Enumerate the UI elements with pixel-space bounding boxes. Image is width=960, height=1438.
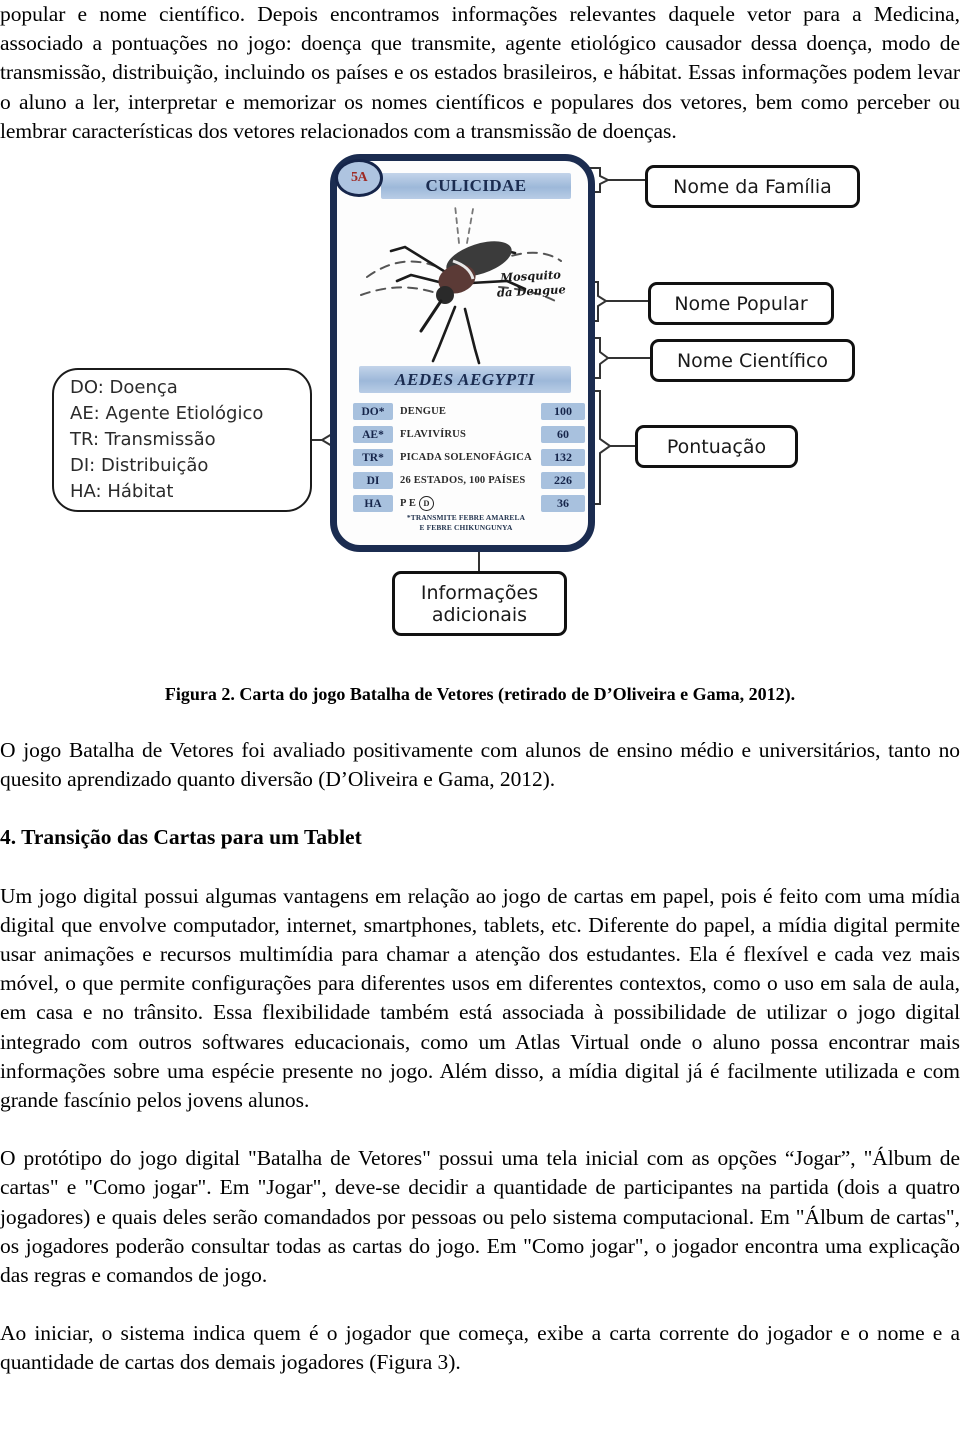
card-rank-badge: 5A [335,159,383,198]
attr-points: 226 [541,472,585,490]
legend-item: HA: Hábitat [70,479,263,505]
attr-key: TR* [353,449,393,467]
attr-key: DO* [353,403,393,421]
attr-key: DI [353,472,393,490]
table-row: DO* DENGUE 100 [353,401,585,422]
legend-item: AE: Agente Etiológico [70,401,263,427]
legend-abbr: HA: [70,481,102,503]
attr-points: 132 [541,449,585,467]
card-footnote-line1: *TRANSMITE FEBRE AMARELA [406,513,526,523]
legend-item: DO: Doença [70,375,263,401]
legend-item: DI: Distribuição [70,453,263,479]
card-attribute-table: DO* DENGUE 100 AE* FLAVIVÍRUS 60 TR* PIC… [353,401,585,516]
attr-value: PICADA SOLENOFÁGICA [400,452,532,464]
attr-value-habitat: P E D [393,496,541,512]
legend-abbr: DI: [70,455,96,477]
card-scientific-bar: AEDES AEGYPTI [359,366,571,394]
attr-value: FLAVIVÍRUS [400,429,466,441]
heading-section-4: 4. Transição das Cartas para um Tablet [0,825,362,850]
game-card[interactable]: 5A CULICIDAE Mosquito da Dengue AEDES AE… [330,154,595,553]
figure-canvas: 5A CULICIDAE Mosquito da Dengue AEDES AE… [0,146,960,681]
legend-term: Hábitat [107,481,174,503]
habitat-domicilio-icon: D [419,496,435,512]
callout-info-line2: adicionais [431,603,528,626]
attr-points: 36 [541,495,585,513]
attr-key: HA [353,495,393,513]
paragraph-intro: popular e nome científico. Depois encont… [0,2,960,143]
callout-pontuacao: Pontuação [635,425,798,469]
callout-informacoes-adicionais: Informações adicionais [392,571,567,637]
document-page: popular e nome científico. Depois encont… [0,0,960,1438]
legend-abbr: AE: [70,403,100,425]
legend-term: Agente Etiológico [105,403,264,425]
figure-2: 5A CULICIDAE Mosquito da Dengue AEDES AE… [0,146,960,681]
legend-term: Transmissão [104,429,216,451]
paragraph-ao-iniciar: Ao iniciar, o sistema indica quem é o jo… [0,1321,960,1375]
attr-value: P E [400,498,417,510]
legend-term: Distribuição [100,455,209,477]
attr-value: 26 ESTADOS, 100 PAÍSES [400,475,526,487]
legend-term: Doença [109,377,178,399]
legend-item: TR: Transmissão [70,427,263,453]
table-row: DI 26 ESTADOS, 100 PAÍSES 226 [353,470,585,491]
callout-legend-abbreviations: DO: Doença AE: Agente Etiológico TR: Tra… [52,368,312,513]
table-row: AE* FLAVIVÍRUS 60 [353,424,585,445]
legend-list: DO: Doença AE: Agente Etiológico TR: Tra… [70,375,263,505]
callout-nome-popular: Nome Popular [648,282,834,326]
legend-abbr: TR: [70,429,100,451]
paragraph-avaliacao: O jogo Batalha de Vetores foi avaliado p… [0,738,960,792]
callout-nome-cientifico: Nome Científico [650,339,855,383]
callout-nome-da-familia: Nome da Família [645,165,860,209]
attr-points: 100 [541,403,585,421]
card-popular-name: Mosquito da Dengue [484,267,577,302]
attr-value: DENGUE [400,406,447,418]
paragraph-jogo-digital: Um jogo digital possui algumas vantagens… [0,883,960,1113]
card-family-bar: CULICIDAE [381,173,571,200]
card-footnote-line2: E FEBRE CHIKUNGUNYA [419,523,513,533]
card-footnote: *TRANSMITE FEBRE AMARELA E FEBRE CHIKUNG… [371,513,561,533]
figure-caption: Figura 2. Carta do jogo Batalha de Vetor… [164,684,796,705]
attr-key: AE* [353,426,393,444]
card-family-name: CULICIDAE [425,176,527,196]
table-row: TR* PICADA SOLENOFÁGICA 132 [353,447,585,468]
legend-abbr: DO: [70,377,104,399]
paragraph-prototipo: O protótipo do jogo digital "Batalha de … [0,1146,960,1288]
table-row: HA P E D 36 [353,493,585,514]
attr-points: 60 [541,426,585,444]
callout-info-line1: Informações [420,581,539,604]
card-scientific-name: AEDES AEGYPTI [395,369,535,389]
